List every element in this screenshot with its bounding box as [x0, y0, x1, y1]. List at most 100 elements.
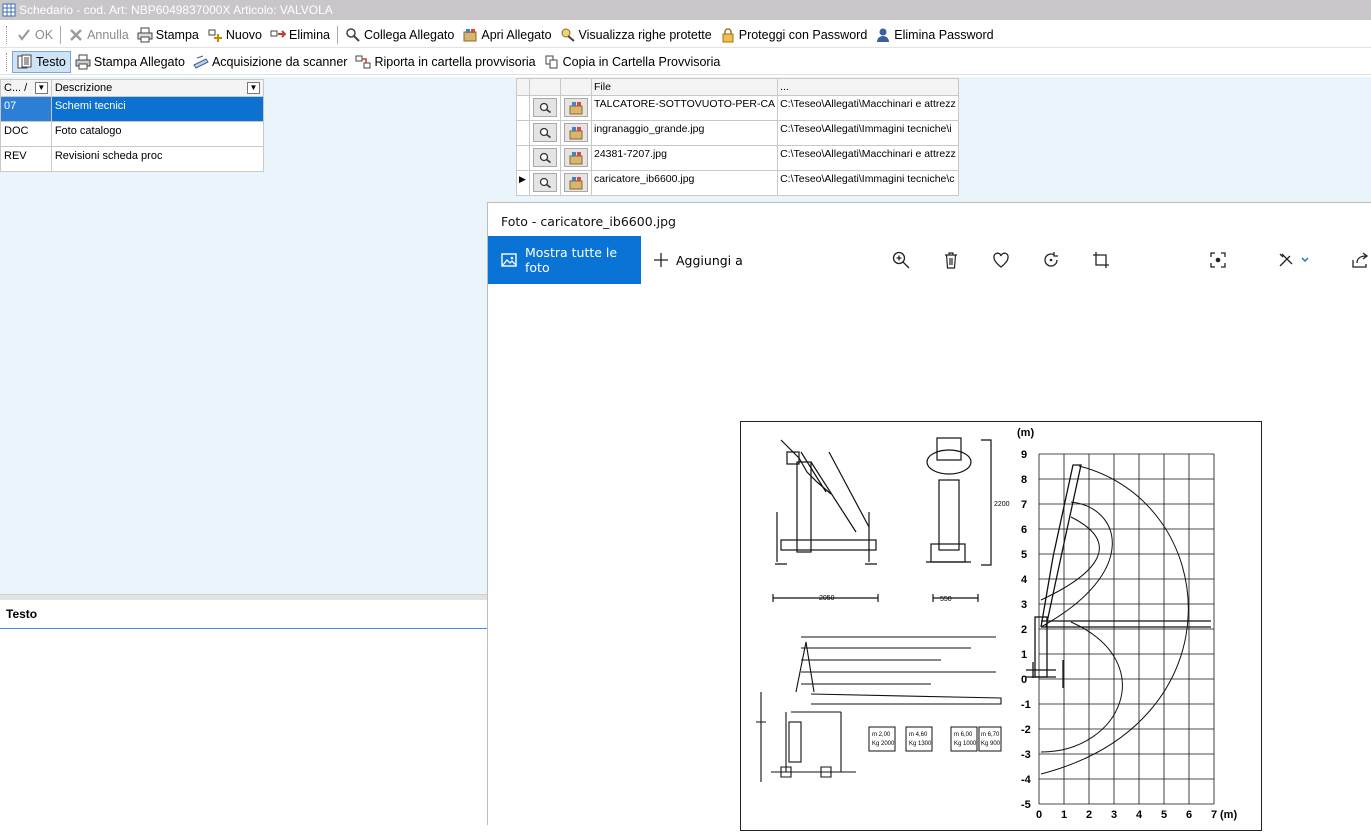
- delete-icon[interactable]: [941, 250, 961, 270]
- load-kg: Kg 2000: [872, 741, 895, 747]
- add-to-label: Aggiungi a: [676, 252, 743, 268]
- proteggi-label: Proteggi con Password: [738, 27, 868, 42]
- proteggi-password-button[interactable]: Proteggi con Password: [716, 24, 872, 46]
- zoom-in-icon[interactable]: [891, 250, 911, 270]
- testo-panel-header: Testo: [0, 600, 487, 629]
- show-all-photos-button[interactable]: Mostra tutte le foto: [488, 236, 641, 284]
- copia-cartella-button[interactable]: Copia in Cartella Provvisoria: [540, 51, 725, 73]
- secondary-toolbar: Testo Stampa Allegato Acquisizione da sc…: [0, 49, 1371, 75]
- cell-description[interactable]: Foto catalogo: [50, 121, 265, 147]
- stampa-button[interactable]: Stampa: [133, 24, 203, 46]
- elimina-label: Elimina: [289, 27, 330, 42]
- apri-allegato-button[interactable]: Apri Allegato: [458, 24, 555, 46]
- toolbar-grip-2[interactable]: [6, 52, 9, 71]
- cell-path[interactable]: C:\Teseo\Allegati\Macchinari e attrezz: [777, 145, 959, 171]
- col-path-header[interactable]: ...: [777, 78, 959, 96]
- filter-dropdown-icon[interactable]: ▼: [247, 82, 260, 94]
- col-descrizione-header[interactable]: Descrizione ▼: [50, 79, 265, 97]
- rotate-icon[interactable]: [1041, 250, 1061, 270]
- table-row[interactable]: 07 Schemi tecnici: [0, 96, 265, 122]
- cell-path[interactable]: C:\Teseo\Allegati\Macchinari e attrezz: [777, 95, 959, 121]
- cell-file[interactable]: caricatore_ib6600.jpg: [590, 170, 779, 196]
- visualizza-righe-protette-button[interactable]: Visualizza righe protette: [556, 24, 716, 46]
- preview-button[interactable]: [529, 170, 561, 196]
- window-title: Schedario - cod. Art: NBP6049837000X Art…: [19, 3, 333, 17]
- open-attachment-icon: [564, 173, 588, 192]
- open-file-button[interactable]: [560, 120, 592, 146]
- load-kg: Kg 1300: [909, 741, 932, 747]
- visual-search-icon[interactable]: [1208, 250, 1228, 270]
- reach-diagram-grid: [1038, 453, 1215, 805]
- new-record-icon: [207, 27, 223, 43]
- add-to-button[interactable]: Aggiungi a: [653, 252, 743, 268]
- open-file-button[interactable]: [560, 145, 592, 171]
- favorite-icon[interactable]: [991, 250, 1011, 270]
- load-boxes: m 2,00 Kg 2000 m 4,60 Kg 1300 m 6,00 Kg …: [868, 726, 1002, 752]
- scanner-icon: [193, 54, 209, 70]
- testo-toggle-button[interactable]: Testo: [12, 50, 71, 73]
- open-file-button[interactable]: [560, 170, 592, 196]
- row-indicator-header: [516, 78, 530, 96]
- ok-button[interactable]: OK: [12, 24, 57, 46]
- riporta-cartella-button[interactable]: Riporta in cartella provvisoria: [351, 51, 539, 73]
- testo-editor[interactable]: [0, 630, 487, 825]
- stampa-label: Stampa: [155, 27, 199, 42]
- cell-file[interactable]: TALCATORE-SOTTOVUOTO-PER-CA: [590, 95, 779, 121]
- preview-button[interactable]: [529, 120, 561, 146]
- toolbar-grip[interactable]: [6, 25, 9, 44]
- magnifier-icon: [533, 173, 557, 192]
- y-tick-label: 9: [1021, 449, 1027, 461]
- print-attachment-icon: [75, 54, 91, 70]
- acquisizione-scanner-button[interactable]: Acquisizione da scanner: [189, 51, 352, 73]
- testo-label: Testo: [36, 54, 66, 69]
- table-row[interactable]: 24381-7207.jpg C:\Teseo\Allegati\Macchin…: [516, 145, 959, 171]
- col-file-header[interactable]: File: [590, 78, 779, 96]
- share-icon[interactable]: [1350, 250, 1370, 270]
- printer-icon: [137, 27, 153, 43]
- cell-code[interactable]: 07: [0, 96, 52, 122]
- elimina-button[interactable]: Elimina: [266, 24, 334, 46]
- cell-file[interactable]: 24381-7207.jpg: [590, 145, 779, 171]
- collega-label: Collega Allegato: [364, 27, 455, 42]
- cancel-x-icon: [68, 27, 84, 43]
- stampa-allegato-button[interactable]: Stampa Allegato: [71, 51, 189, 73]
- photo-viewer-toolbar: Mostra tutte le foto Aggiungi a: [488, 236, 1371, 284]
- cell-path[interactable]: C:\Teseo\Allegati\Immagini tecniche\i: [777, 120, 959, 146]
- load-reach: m 6,00: [954, 732, 973, 738]
- elimina-password-button[interactable]: Elimina Password: [871, 24, 997, 46]
- check-icon: [16, 27, 32, 43]
- crop-icon[interactable]: [1091, 250, 1111, 270]
- table-row[interactable]: ingranaggio_grande.jpg C:\Teseo\Allegati…: [516, 120, 959, 146]
- table-row[interactable]: TALCATORE-SOTTOVUOTO-PER-CA C:\Teseo\All…: [516, 95, 959, 121]
- y-tick-label: 1: [1021, 649, 1027, 661]
- x-tick-label: 3: [1111, 809, 1117, 821]
- cell-path[interactable]: C:\Teseo\Allegati\Immagini tecniche\c: [777, 170, 959, 196]
- table-row[interactable]: DOC Foto catalogo: [0, 121, 265, 147]
- cell-description[interactable]: Schemi tecnici: [50, 96, 265, 122]
- preview-button[interactable]: [529, 95, 561, 121]
- load-kg: Kg 1000: [954, 741, 977, 747]
- files-grid: File ... TALCATORE-SOTTOVUOTO-PER-CA C:\…: [516, 78, 959, 196]
- edit-icon[interactable]: [1277, 250, 1311, 270]
- cell-code[interactable]: DOC: [0, 121, 52, 147]
- table-row[interactable]: REV Revisioni scheda proc: [0, 146, 265, 172]
- nuovo-button[interactable]: Nuovo: [203, 24, 266, 46]
- x-tick-label: 0: [1036, 809, 1042, 821]
- filter-dropdown-icon[interactable]: ▼: [34, 82, 48, 94]
- view-protected-icon: [560, 27, 576, 43]
- col-code-header[interactable]: C... / ▼: [0, 79, 52, 97]
- row-indicator: ▶: [516, 170, 530, 196]
- move-to-folder-icon: [355, 54, 371, 70]
- cell-code[interactable]: REV: [0, 146, 52, 172]
- preview-button[interactable]: [529, 145, 561, 171]
- annulla-button[interactable]: Annulla: [64, 24, 133, 46]
- open-file-button[interactable]: [560, 95, 592, 121]
- table-row[interactable]: ▶ caricatore_ib6600.jpg C:\Teseo\Allegat…: [516, 170, 959, 196]
- magnifier-icon: [533, 148, 557, 167]
- photo-viewer-window: Foto - caricatore_ib6600.jpg Mostra tutt…: [487, 202, 1371, 831]
- cell-description[interactable]: Revisioni scheda proc: [50, 146, 265, 172]
- crane-extended-view: [756, 636, 1002, 782]
- collega-allegato-button[interactable]: Collega Allegato: [341, 24, 458, 46]
- cell-file[interactable]: ingranaggio_grande.jpg: [590, 120, 779, 146]
- y-tick-label: 4: [1021, 574, 1028, 586]
